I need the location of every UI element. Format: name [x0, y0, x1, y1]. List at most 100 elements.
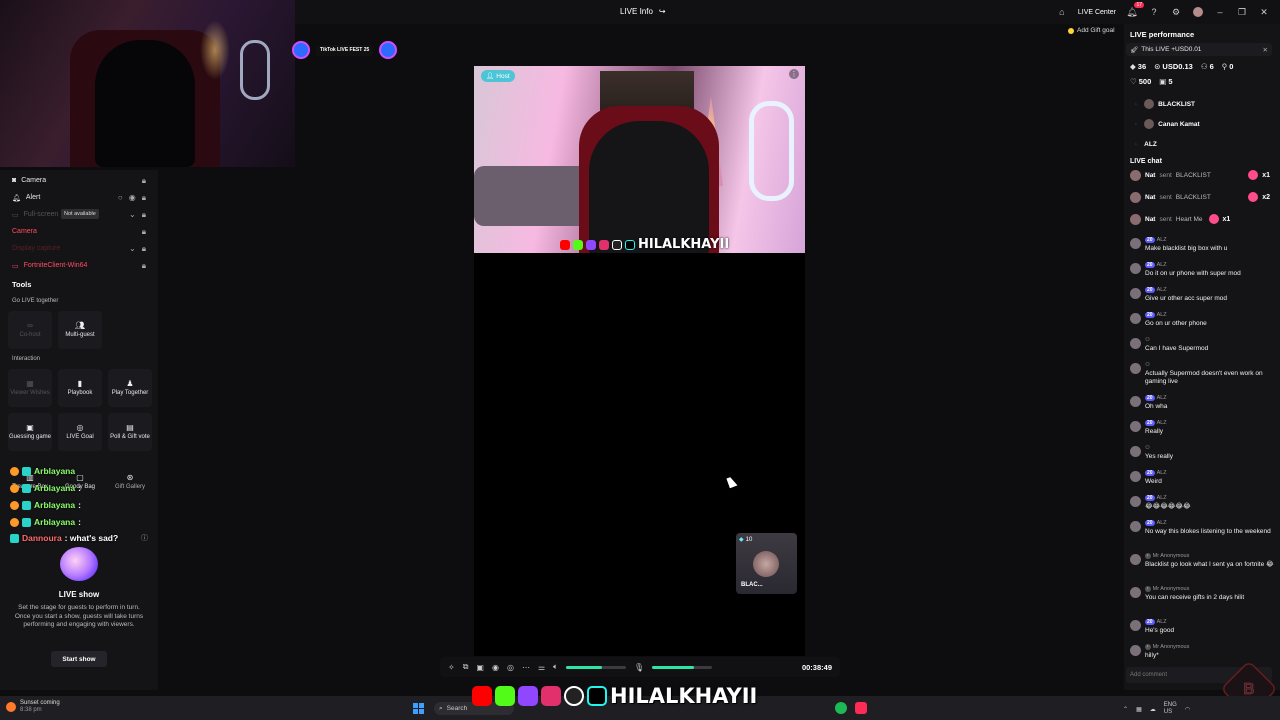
lock-icon[interactable]: 🔒︎ [142, 176, 146, 186]
multiguest-tile[interactable]: 👥︎ Multi-guest [58, 311, 102, 349]
tiktok-icon[interactable] [855, 702, 867, 714]
language-indicator[interactable]: ENG US [1164, 702, 1177, 716]
lock-icon[interactable]: 🔒︎ [142, 261, 146, 271]
start-button[interactable] [413, 703, 424, 714]
control-bar: ✧ ⧉ ▣ ◉ ◎ ⋯ ⚌ 🔈︎ 🎙︎ 00:38:49 [440, 657, 840, 677]
weather-widget[interactable]: Sunset coming 8:38 pm [6, 700, 60, 714]
chat-username[interactable]: ALZ [1157, 262, 1167, 268]
chat-message[interactable]: 20 ALZ Make blacklist big box with u [1130, 237, 1276, 253]
chat-message[interactable]: 20 ALZ Give ur other acc super mod [1130, 287, 1276, 303]
more-icon[interactable]: ⋮ [789, 69, 799, 79]
chat-message[interactable]: ⚇ Actually Supermod doesn't even work on … [1130, 362, 1276, 386]
chat-message[interactable]: · Mr Anonymous Blacklist go look what I se… [1130, 553, 1276, 569]
tile-label: Gift Gallery [114, 483, 145, 490]
chevron-down-icon[interactable]: ⌄ [129, 244, 136, 254]
chat-username[interactable]: ALZ [1157, 470, 1167, 476]
cloud-icon[interactable]: ☁ [1150, 706, 1156, 713]
chat-message[interactable]: ⚇ Can I have Supermod [1130, 337, 1276, 353]
tile-label: LIVE Goal [66, 433, 94, 440]
play-together-tile[interactable]: ♟ Play Together [108, 369, 152, 407]
add-gift-goal-button[interactable]: Add Gift goal [1068, 27, 1115, 34]
poll-icon: ▤ [126, 422, 134, 432]
spotify-icon[interactable] [835, 702, 847, 714]
camera-switch-icon[interactable]: ◎ [507, 663, 514, 672]
viewers-stat: ⚇ 6 [1201, 62, 1214, 71]
source-row-camera-2[interactable]: Camera 🔒︎ [0, 223, 158, 240]
viewer-wishes-tile[interactable]: ▦ Viewer Wishes [8, 369, 52, 407]
info-icon[interactable]: ⓘ [141, 533, 148, 543]
network-icon[interactable]: ▦ [1136, 706, 1142, 713]
layout-icon[interactable]: ⧉ [463, 662, 469, 672]
chat-message[interactable]: 20 ALZ Weird [1130, 470, 1276, 486]
avatar[interactable] [1192, 6, 1204, 18]
chat-username[interactable]: Mr Anonymous [1153, 553, 1190, 559]
chat-username[interactable]: ALZ [1157, 520, 1167, 526]
chevron-up-icon[interactable]: ⌃ [1123, 706, 1128, 713]
top-viewer[interactable]: · Canan Kamat [1135, 117, 1200, 131]
help-icon[interactable]: ? [1148, 6, 1160, 18]
avatar [1144, 119, 1155, 129]
magic-wand-icon[interactable]: ✧ [448, 663, 455, 672]
chat-message[interactable]: 20 ALZ He's good [1130, 619, 1276, 635]
chat-message[interactable]: 20 ALZ No way this blokes listening to the… [1130, 520, 1276, 536]
chat-username[interactable]: ALZ [1157, 312, 1167, 318]
chat-username[interactable]: ALZ [1157, 237, 1167, 243]
chat-message[interactable]: 20 ALZ Do it on ur phone with super mod [1130, 262, 1276, 278]
close-button[interactable]: ✕ [1258, 6, 1270, 18]
eye-icon[interactable]: ◉ [129, 193, 136, 203]
gear-icon[interactable]: ⚙ [1170, 6, 1182, 18]
chat-message[interactable]: · Mr Anonymous You can receive gifts in 2 … [1130, 586, 1276, 602]
playbook-tile[interactable]: ▮ Playbook [58, 369, 102, 407]
lock-icon[interactable]: 🔒︎ [142, 193, 146, 203]
wifi-icon[interactable]: ◠ [1185, 706, 1190, 713]
lock-icon[interactable]: 🔒︎ [142, 227, 146, 237]
source-row-alert[interactable]: 🔔︎ Alert ○ ◉ 🔒︎ [0, 189, 158, 206]
bell-icon[interactable]: 🔔︎ 17 [1126, 2, 1144, 18]
overlay-chat-line: Arblayana [10, 464, 78, 478]
target-icon: ◎ [76, 422, 84, 432]
chat-username[interactable]: ALZ [1157, 619, 1167, 625]
cohost-tile[interactable]: ∞ Co-host [8, 311, 52, 349]
guessing-game-tile[interactable]: ▣ Guessing game [8, 413, 52, 451]
more-icon[interactable]: ⋯ [522, 663, 530, 672]
gift-gallery-tile[interactable]: ⊛ Gift Gallery [108, 463, 152, 501]
chat-message[interactable]: · Mr Anonymous hilly* [1130, 644, 1276, 660]
live-center-button[interactable]: LIVE Center [1078, 9, 1116, 16]
users-icon: ⚇ [1200, 62, 1208, 71]
chat-message[interactable]: ⚇ Yes really [1130, 445, 1276, 461]
chat-username[interactable]: ALZ [1157, 495, 1167, 501]
microphone-icon[interactable]: 🎙︎ [634, 663, 644, 672]
chat-message[interactable]: 20 ALZ 😂😂😂😂😂😂 [1130, 495, 1276, 511]
minimize-button[interactable]: – [1214, 6, 1226, 18]
maximize-button[interactable]: ❐ [1236, 6, 1248, 18]
volume-slider[interactable] [565, 665, 626, 669]
lock-icon[interactable]: 🔒︎ [142, 244, 146, 254]
chat-username[interactable]: ALZ [1157, 420, 1167, 426]
start-show-button[interactable]: Start show [51, 651, 107, 667]
live-info-button[interactable]: LIVE Info ↪ [620, 7, 666, 16]
chat-message[interactable]: 20 ALZ Oh wha [1130, 395, 1276, 411]
settings-icon[interactable]: ○ [118, 193, 123, 203]
host-video[interactable] [474, 66, 805, 253]
chat-username[interactable]: ALZ [1157, 395, 1167, 401]
chat-message[interactable]: 20 ALZ Really [1130, 420, 1276, 436]
source-row-display[interactable]: Display capture ⌄ 🔒︎ [0, 240, 158, 257]
screen-icon[interactable]: ▣ [476, 663, 484, 672]
speaker-icon[interactable]: 🔈︎ [553, 662, 558, 672]
chevron-down-icon[interactable]: ⌄ [129, 210, 136, 220]
chat-username[interactable]: ALZ [1157, 287, 1167, 293]
mic-slider[interactable] [652, 665, 713, 669]
lock-icon[interactable]: 🔒︎ [142, 210, 146, 220]
chat-username[interactable]: Mr Anonymous [1153, 644, 1190, 650]
top-viewer[interactable]: · ALZ [1135, 137, 1157, 151]
chat-message[interactable]: 20 ALZ Go on ur other phone [1130, 312, 1276, 328]
source-row-camera[interactable]: ◙ Camera 🔒︎ [0, 172, 158, 189]
close-icon[interactable]: ✕ [1263, 46, 1268, 54]
top-viewer[interactable]: · BLACKLIST [1135, 97, 1195, 111]
sliders-icon[interactable]: ⚌ [538, 663, 545, 672]
live-goal-tile[interactable]: ◎ LIVE Goal [58, 413, 102, 451]
record-icon[interactable]: ◉ [492, 663, 499, 672]
poll-gift-vote-tile[interactable]: ▤ Poll & Gift vote [108, 413, 152, 451]
chat-username[interactable]: Mr Anonymous [1153, 586, 1190, 592]
source-row-fortnite[interactable]: ▭ FortniteClient-Win64 🔒︎ [0, 257, 158, 274]
